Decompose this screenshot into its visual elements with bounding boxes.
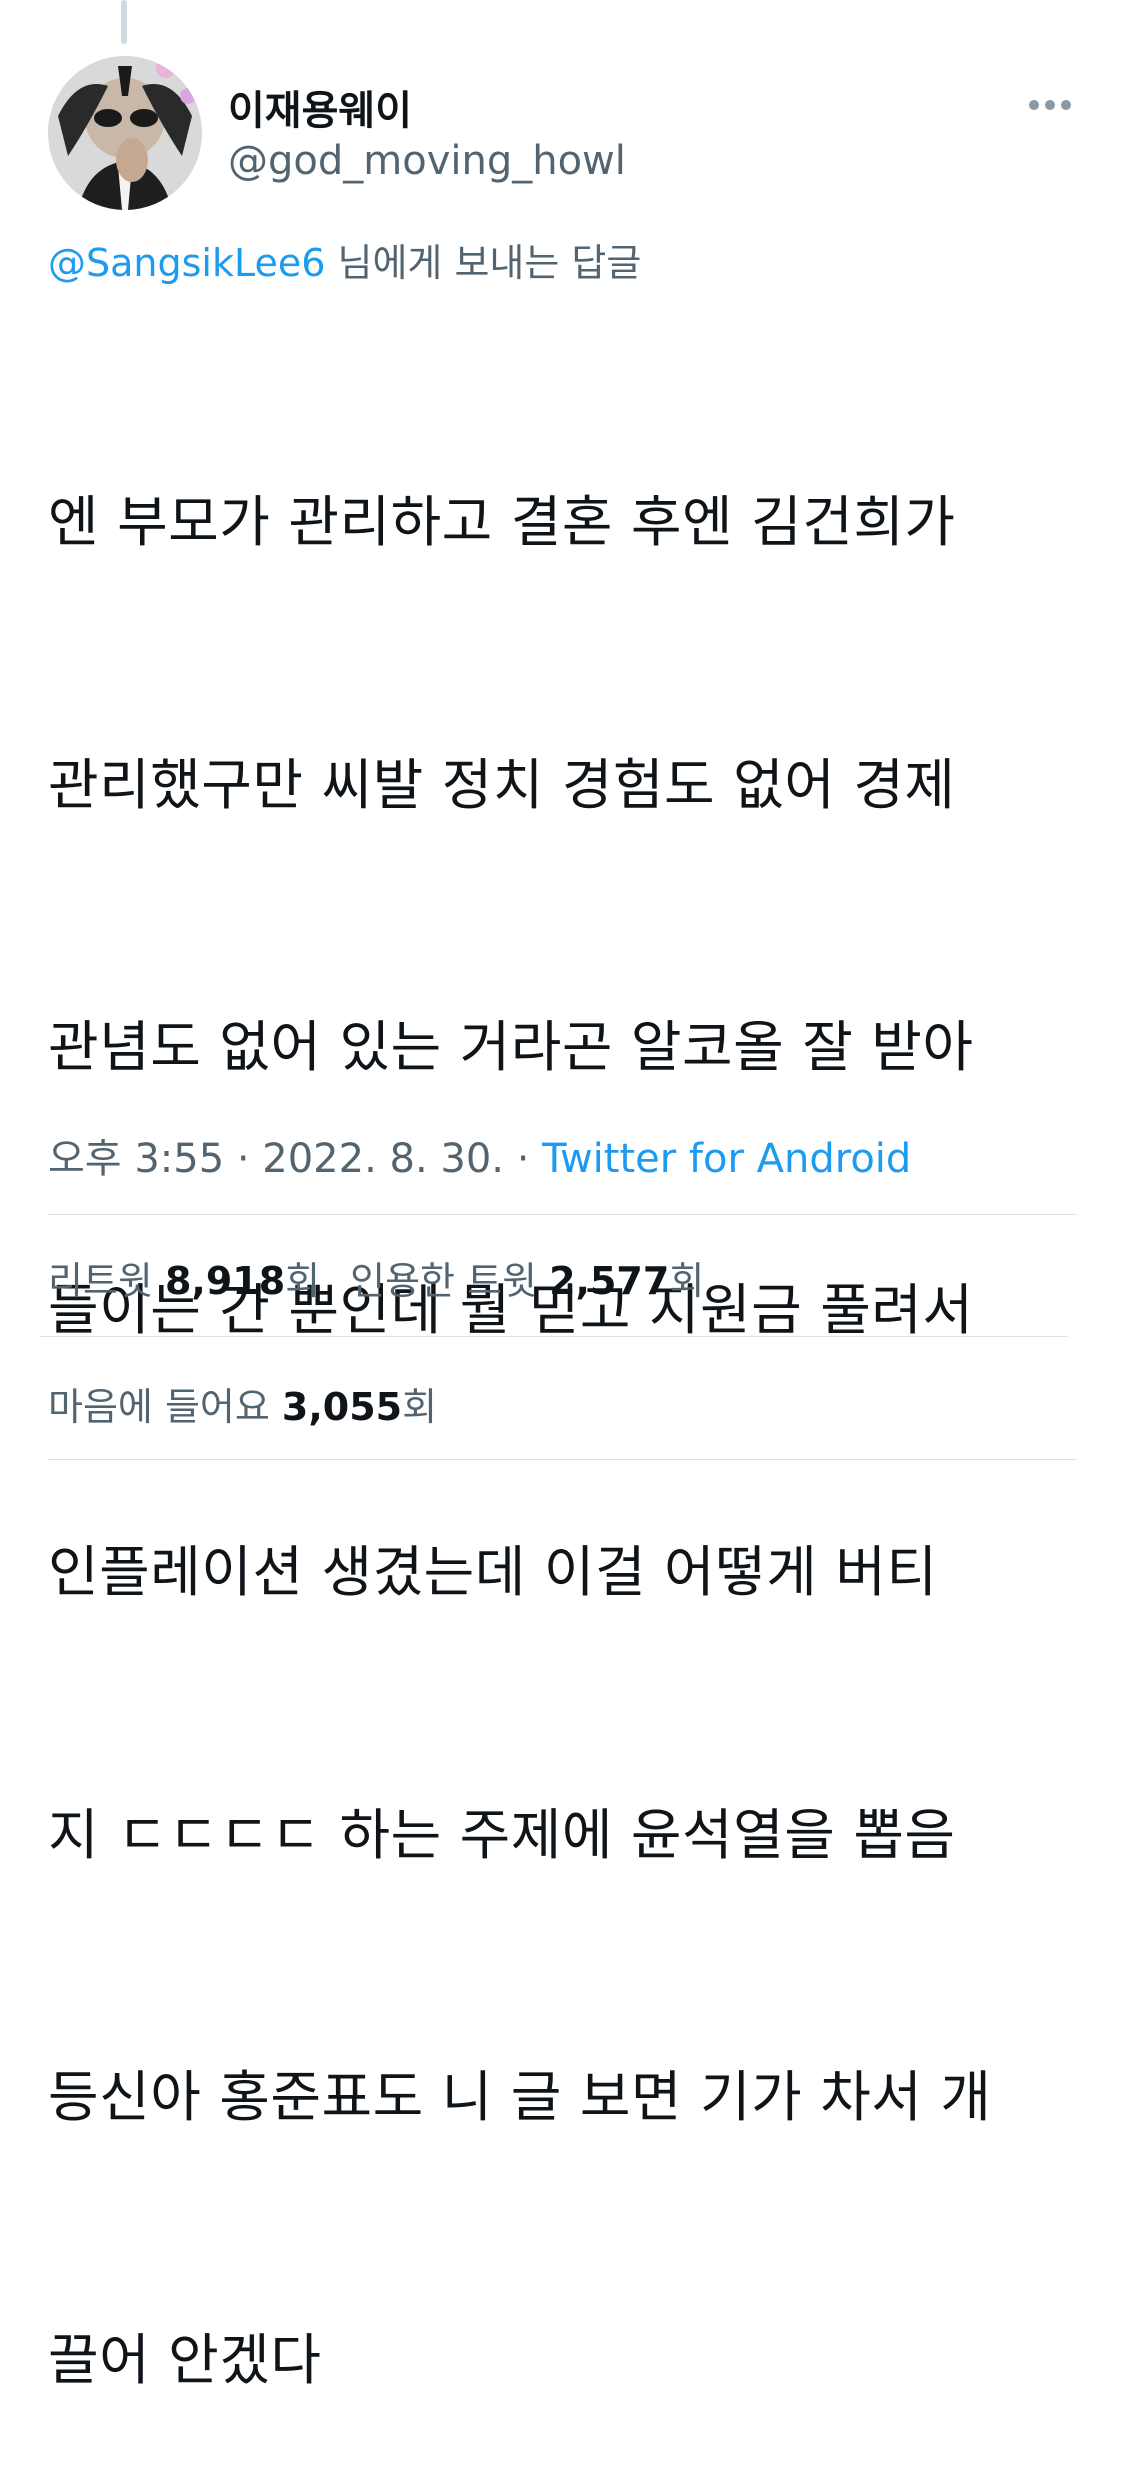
tweet-text-line: 지 ㄷㄷㄷㄷ 하는 주제에 윤석열을 뽑음 bbox=[48, 1802, 956, 1867]
more-horizontal-icon bbox=[1029, 100, 1071, 110]
timestamp[interactable]: 오후 3:55 · 2022. 8. 30. · bbox=[48, 1136, 542, 1182]
likes-unit: 회 bbox=[402, 1385, 438, 1429]
reply-mention-link[interactable]: @SangsikLee6 bbox=[48, 241, 325, 285]
tweet-metadata: 오후 3:55 · 2022. 8. 30. · Twitter for And… bbox=[48, 1126, 911, 1184]
author-handle[interactable]: @god_moving_howl bbox=[228, 138, 626, 184]
divider bbox=[48, 1459, 1077, 1460]
thread-connector-line bbox=[121, 0, 127, 44]
tweet-text-line: 끌어 안겠다 bbox=[48, 2327, 322, 2392]
likes-count: 3,055 bbox=[281, 1385, 403, 1429]
tweet-text-line: 관리했구만 씨발 정치 경험도 없어 경제 bbox=[48, 752, 956, 817]
retweet-quote-stats: 리트윗 8,918회 인용한 트윗 2,577회 bbox=[48, 1250, 704, 1305]
tweet-text-line: 인플레이션 생겼는데 이걸 어떻게 버티 bbox=[48, 1540, 938, 1604]
source-link[interactable]: Twitter for Android bbox=[542, 1136, 911, 1182]
profile-photo-icon bbox=[48, 56, 202, 210]
likes-stats: 마음에 들어요 3,055회 bbox=[48, 1376, 437, 1431]
divider bbox=[48, 1214, 1077, 1215]
avatar[interactable] bbox=[48, 56, 202, 210]
likes-label: 마음에 들어요 bbox=[48, 1385, 282, 1429]
retweets-count: 8,918 bbox=[164, 1259, 286, 1303]
likes-stat[interactable]: 마음에 들어요 3,055회 bbox=[48, 1385, 437, 1429]
quotes-stat[interactable]: 인용한 트윗 2,577회 bbox=[350, 1259, 704, 1303]
tweet-text-line: 엔 부모가 관리하고 결혼 후엔 김건희가 bbox=[48, 490, 956, 554]
quotes-label: 인용한 트윗 bbox=[350, 1259, 550, 1303]
tweet-text-line: 관념도 없어 있는 거라곤 알코올 잘 받아 bbox=[48, 1015, 974, 1079]
quotes-unit: 회 bbox=[669, 1259, 705, 1303]
retweets-unit: 회 bbox=[285, 1259, 321, 1303]
reply-suffix-text: 님에게 보내는 답글 bbox=[325, 241, 642, 285]
tweet-text-line: 등신아 홍준표도 니 글 보면 기가 차서 개 bbox=[48, 2065, 992, 2129]
retweets-stat[interactable]: 리트윗 8,918회 bbox=[48, 1259, 320, 1303]
retweets-label: 리트윗 bbox=[48, 1259, 165, 1303]
reply-context: @SangsikLee6 님에게 보내는 답글 bbox=[48, 232, 641, 287]
more-options-button[interactable] bbox=[1022, 88, 1078, 122]
divider bbox=[40, 1336, 1068, 1337]
quotes-count: 2,577 bbox=[549, 1259, 670, 1303]
author-display-name[interactable]: 이재용웨이 bbox=[228, 78, 412, 136]
